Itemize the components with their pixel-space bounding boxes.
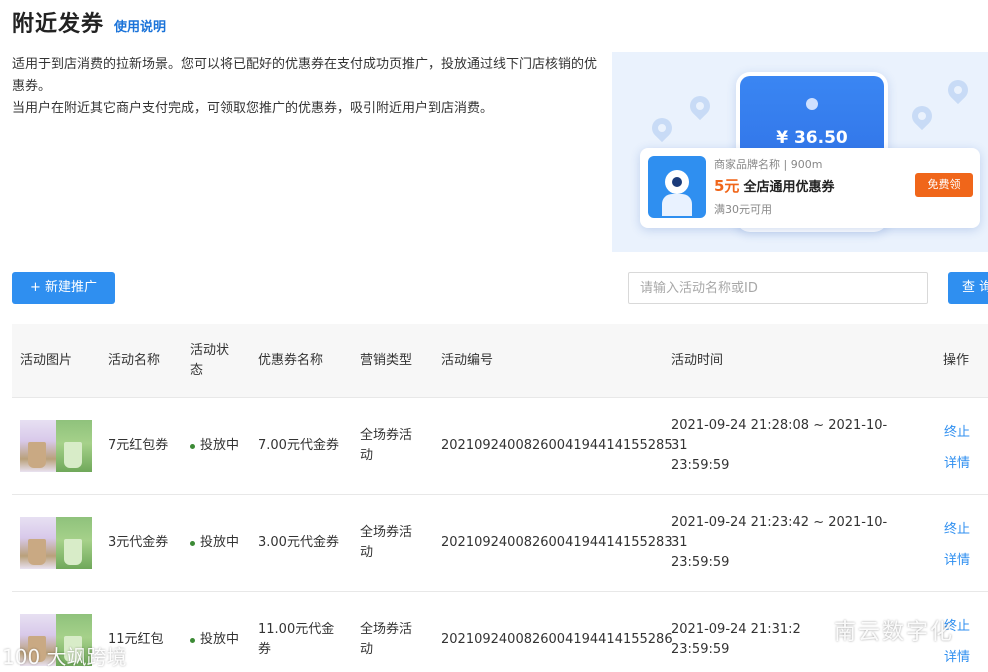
page-title: 附近发券 <box>12 12 105 37</box>
column-header: 活动编号 <box>441 353 494 368</box>
title-row: 附近发券 使用说明 <box>12 6 166 38</box>
activity-time: 2021-09-24 21:28:08 ~ 2021-10-31 23:59:59 <box>671 418 888 473</box>
help-link[interactable]: 使用说明 <box>114 16 166 35</box>
coupon-name: 7.00元代金券 <box>258 438 339 453</box>
activity-image <box>20 517 92 569</box>
column-header: 活动名称 <box>108 353 161 368</box>
activity-status: 投放中 <box>190 592 239 672</box>
status-dot-icon <box>190 637 195 643</box>
location-pin-icon <box>647 113 677 143</box>
table-header: 活动图片 活动名称 活动状态 优惠券名称 营销类型 活动编号 活动时间 操作 <box>12 324 988 398</box>
location-pin-icon <box>685 91 715 121</box>
activity-image <box>20 420 92 472</box>
column-header: 优惠券名称 <box>258 353 324 368</box>
marketing-type: 全场券活动 <box>360 525 413 560</box>
column-header: 活动图片 <box>20 353 73 368</box>
column-header: 活动时间 <box>671 353 724 368</box>
coupon-card: 商家品牌名称 | 900m 5元 全店通用优惠券 满30元可用 免费领 <box>640 148 980 228</box>
description: 适用于到店消费的拉新场景。您可以将已配好的优惠券在支付成功页推广，投放通过线下门… <box>12 54 602 120</box>
activity-status: 投放中 <box>190 398 239 494</box>
coupon-name: 11.00元代金券 <box>258 622 335 657</box>
column-header: 操作 <box>943 353 970 368</box>
payment-icon <box>806 98 818 110</box>
terminate-link[interactable]: 终止 <box>944 421 970 440</box>
search-input[interactable] <box>628 272 928 304</box>
marketing-type: 全场券活动 <box>360 428 413 463</box>
query-button[interactable]: 查 询 <box>948 272 988 304</box>
terminate-link[interactable]: 终止 <box>944 518 970 537</box>
activity-id: 2021092400826004194414155285 <box>441 438 673 453</box>
merchant-name: 商家品牌名称 | 900m <box>714 158 823 171</box>
table-row: 3元代金券 投放中 3.00元代金券 全场券活动 202109240082600… <box>12 495 988 592</box>
coupon-name: 3.00元代金券 <box>258 535 339 550</box>
column-header: 活动状态 <box>190 343 230 378</box>
wechat-icon <box>800 623 826 643</box>
activity-name: 7元红包券 <box>108 438 169 453</box>
watermark-left: 100 大飒跨境 <box>2 645 127 669</box>
location-pin-icon <box>907 101 937 131</box>
description-line-1: 适用于到店消费的拉新场景。您可以将已配好的优惠券在支付成功页推广，投放通过线下门… <box>12 57 598 94</box>
row-actions: 终止 详情 <box>944 398 970 494</box>
coupon-condition: 满30元可用 <box>714 203 772 216</box>
activity-status: 投放中 <box>190 495 239 591</box>
detail-link[interactable]: 详情 <box>944 452 970 471</box>
marketing-type: 全场券活动 <box>360 622 413 657</box>
description-line-2: 当用户在附近其它商户支付完成，可领取您推广的优惠券，吸引附近用户到店消费。 <box>12 101 494 116</box>
watermark-right: 南云数字化 <box>800 614 954 646</box>
coupon-amount: 5元 <box>714 177 740 195</box>
activity-time: 2021-09-24 21:23:42 ~ 2021-10-31 23:59:59 <box>671 515 888 570</box>
mascot-icon <box>648 156 706 218</box>
status-dot-icon <box>190 443 195 449</box>
coupon-title: 5元 全店通用优惠券 <box>714 177 835 195</box>
detail-link[interactable]: 详情 <box>944 549 970 568</box>
new-promotion-button[interactable]: + 新建推广 <box>12 272 115 304</box>
row-actions: 终止 详情 <box>944 495 970 591</box>
activity-id: 2021092400826004194414155283 <box>441 535 673 550</box>
activity-name: 3元代金券 <box>108 535 169 550</box>
status-dot-icon <box>190 540 195 546</box>
claim-button: 免费领 <box>915 173 973 197</box>
activity-id: 2021092400826004194414155286 <box>441 632 673 647</box>
phone-amount: ¥ 36.50 <box>776 128 848 148</box>
column-header: 营销类型 <box>360 353 413 368</box>
table-row: 7元红包券 投放中 7.00元代金券 全场券活动 202109240082600… <box>12 398 988 495</box>
promo-banner: ¥ 36.50 商家品牌名称 | 900m 5元 全店通用优惠券 满30元可用 免… <box>612 52 988 252</box>
detail-link[interactable]: 详情 <box>944 646 970 665</box>
location-pin-icon <box>943 75 973 105</box>
